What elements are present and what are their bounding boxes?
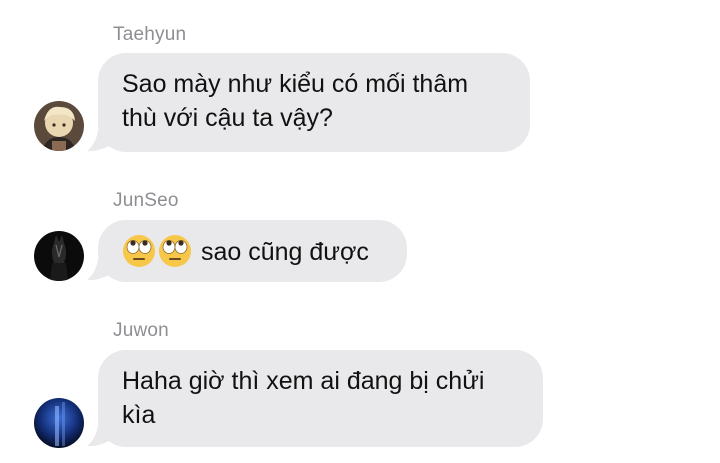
sender-name: Taehyun [113,24,187,45]
message-text: Sao mày như kiểu có mối thâm thù với cậu… [122,70,469,132]
face-with-rolling-eyes-icon [158,234,194,268]
sender-name: Juwon [113,320,169,341]
message-text: Haha giờ thì xem ai đang bị chửi kìa [122,367,485,429]
sender-name: JunSeo [113,190,179,211]
avatar-juwon[interactable] [34,398,84,448]
message-bubble[interactable]: sao cũng được [98,220,407,282]
face-with-rolling-eyes-icon [122,234,158,268]
message-bubble[interactable]: Sao mày như kiểu có mối thâm thù với cậu… [98,53,530,152]
chat-thread: Taehyun Sao mày như kiểu có mối thâm thù… [0,0,720,463]
message-bubble[interactable]: Haha giờ thì xem ai đang bị chửi kìa [98,350,543,447]
avatar-taehyun[interactable] [34,101,84,151]
message-text: sao cũng được [200,238,369,266]
avatar-junseo[interactable] [34,231,84,281]
